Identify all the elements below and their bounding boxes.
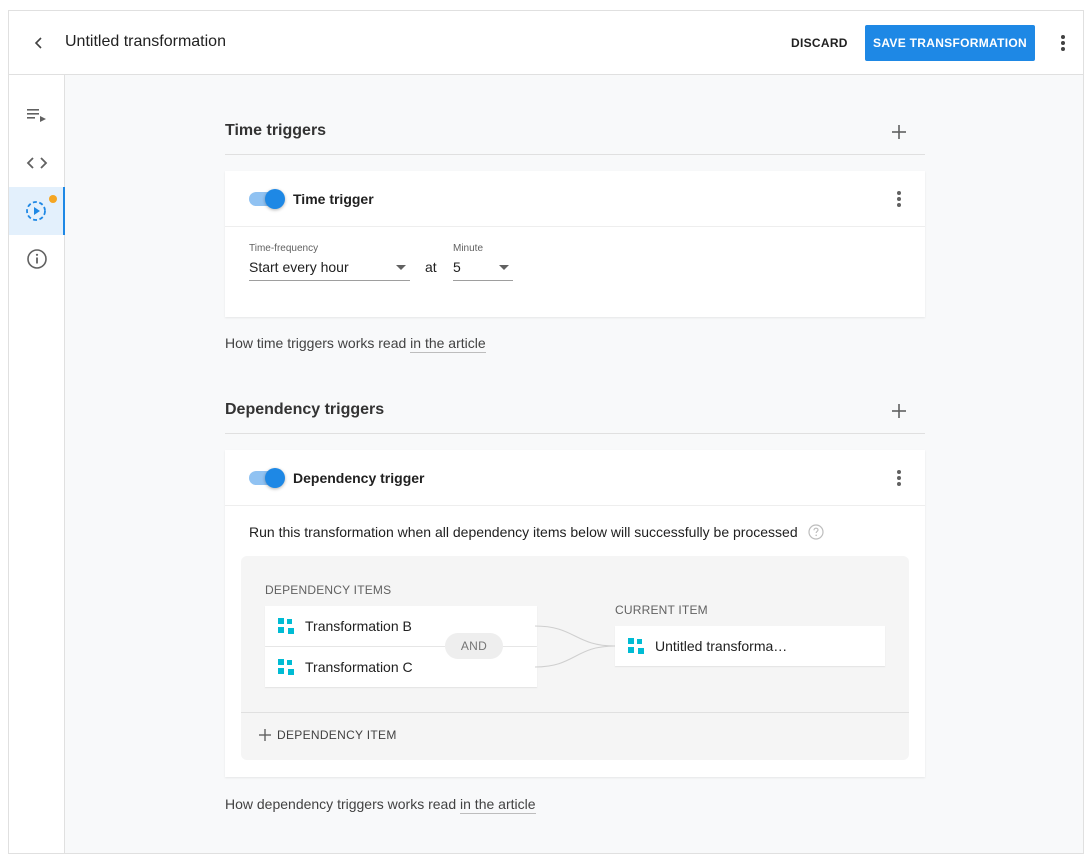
plus-icon xyxy=(892,404,906,418)
time-trigger-more-button[interactable] xyxy=(889,187,909,211)
caret-down-icon xyxy=(396,265,406,270)
add-time-trigger-button[interactable] xyxy=(889,122,909,142)
save-transformation-button[interactable]: SAVE TRANSFORMATION xyxy=(865,25,1035,61)
playlist-play-icon xyxy=(27,109,46,122)
dependency-connector-lines xyxy=(535,625,616,668)
dependency-triggers-header: Dependency triggers xyxy=(225,354,925,434)
panel-divider xyxy=(241,712,909,713)
dependency-description: Run this transformation when all depende… xyxy=(249,524,824,540)
time-trigger-title: Time trigger xyxy=(293,191,374,207)
and-operator-badge: AND xyxy=(445,633,503,659)
notification-dot xyxy=(49,195,57,203)
dependency-description-text: Run this transformation when all depende… xyxy=(249,524,798,540)
dependency-triggers-help: How dependency triggers works read in th… xyxy=(225,796,536,814)
time-triggers-title: Time triggers xyxy=(225,122,327,139)
header-more-button[interactable] xyxy=(1053,31,1073,55)
dependency-item-label: Transformation B xyxy=(305,618,412,634)
time-triggers-help: How time triggers works read in the arti… xyxy=(225,335,486,353)
app-window: Untitled transformation DISCARD SAVE TRA… xyxy=(8,10,1084,854)
transformation-icon xyxy=(628,638,644,654)
time-triggers-help-text: How time triggers works read xyxy=(225,335,411,351)
back-button[interactable] xyxy=(27,31,51,55)
more-vert-icon xyxy=(897,470,901,486)
page-title: Untitled transformation xyxy=(65,33,226,50)
time-trigger-toggle[interactable] xyxy=(249,189,285,209)
time-triggers-header: Time triggers xyxy=(225,75,925,155)
dependency-triggers-title: Dependency triggers xyxy=(225,401,385,418)
current-item[interactable]: Untitled transforma… xyxy=(615,626,885,666)
minute-value: 5 xyxy=(453,259,461,275)
chevron-left-icon xyxy=(34,37,42,49)
time-triggers-article-link[interactable]: in the article xyxy=(410,335,486,353)
add-dependency-item-button[interactable]: DEPENDENCY ITEM xyxy=(259,728,397,742)
more-vert-icon xyxy=(897,191,901,207)
sidebar-item-info[interactable] xyxy=(9,235,65,283)
dependency-panel: DEPENDENCY ITEMS Transformation B Transf… xyxy=(241,556,909,760)
top-bar: Untitled transformation DISCARD SAVE TRA… xyxy=(9,11,1083,75)
sidebar xyxy=(9,75,65,853)
dependency-items-label: DEPENDENCY ITEMS xyxy=(265,583,392,597)
info-icon xyxy=(27,249,47,269)
dependency-trigger-card-header: Dependency trigger xyxy=(225,450,925,506)
current-item-label: CURRENT ITEM xyxy=(615,603,708,617)
sidebar-item-queries[interactable] xyxy=(9,91,65,139)
add-dependency-trigger-button[interactable] xyxy=(889,401,909,421)
dependency-trigger-title: Dependency trigger xyxy=(293,470,425,486)
dependency-triggers-article-link[interactable]: in the article xyxy=(460,796,536,814)
plus-icon xyxy=(259,729,271,741)
more-vert-icon xyxy=(1061,35,1065,51)
time-frequency-label: Time-frequency xyxy=(249,243,319,254)
code-icon xyxy=(26,157,48,169)
add-dependency-item-label: DEPENDENCY ITEM xyxy=(277,728,397,742)
dependency-trigger-card: Dependency trigger Run this transformati… xyxy=(225,450,925,777)
current-item-name: Untitled transforma… xyxy=(655,638,788,654)
help-circle-icon xyxy=(808,524,824,540)
caret-down-icon xyxy=(499,265,509,270)
transformation-icon xyxy=(278,618,294,634)
sidebar-item-triggers[interactable] xyxy=(9,187,65,235)
time-trigger-card: Time trigger Time-frequency Start every … xyxy=(225,171,925,317)
dependency-triggers-help-text: How dependency triggers works read xyxy=(225,796,461,812)
at-label: at xyxy=(425,259,437,275)
transformation-icon xyxy=(278,659,294,675)
trigger-icon xyxy=(26,201,46,221)
minute-label: Minute xyxy=(453,243,484,254)
sidebar-item-code[interactable] xyxy=(9,139,65,187)
dependency-item-label: Transformation C xyxy=(305,659,413,675)
minute-select[interactable]: 5 xyxy=(453,257,513,281)
time-trigger-card-header: Time trigger xyxy=(225,171,925,227)
plus-icon xyxy=(892,125,906,139)
dependency-trigger-more-button[interactable] xyxy=(889,466,909,490)
help-button[interactable] xyxy=(808,524,824,540)
discard-button[interactable]: DISCARD xyxy=(779,25,860,61)
dependency-trigger-toggle[interactable] xyxy=(249,468,285,488)
time-frequency-select[interactable]: Start every hour xyxy=(249,257,410,281)
time-frequency-value: Start every hour xyxy=(249,259,349,275)
